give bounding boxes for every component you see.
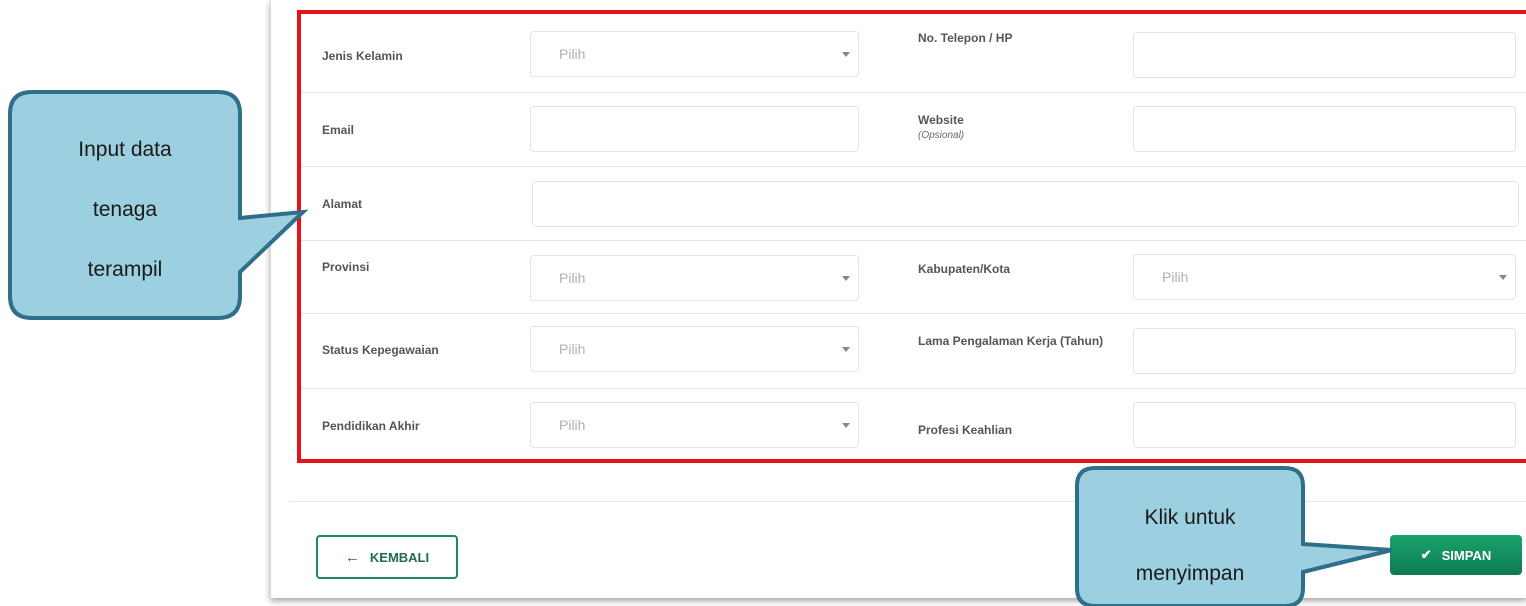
arrow-left-icon: ← (344, 548, 360, 566)
check-icon: ✔ (1420, 547, 1432, 562)
callout-right-text: Klik untuk menyimpan (1077, 490, 1303, 602)
callout-line: menyimpan (1135, 562, 1245, 585)
callout-line: terampil (87, 258, 163, 281)
callout-line: tenaga (92, 198, 158, 221)
kembali-label: KEMBALI (369, 549, 430, 565)
callout-line: Klik untuk (1144, 506, 1236, 529)
kembali-button[interactable]: ← KEMBALI (316, 535, 458, 579)
callout-left-text: Input data tenaga terampil (12, 120, 238, 300)
callout-line: Input data (78, 138, 172, 161)
highlight-frame (297, 10, 1526, 463)
simpan-label: SIMPAN (1441, 547, 1492, 563)
